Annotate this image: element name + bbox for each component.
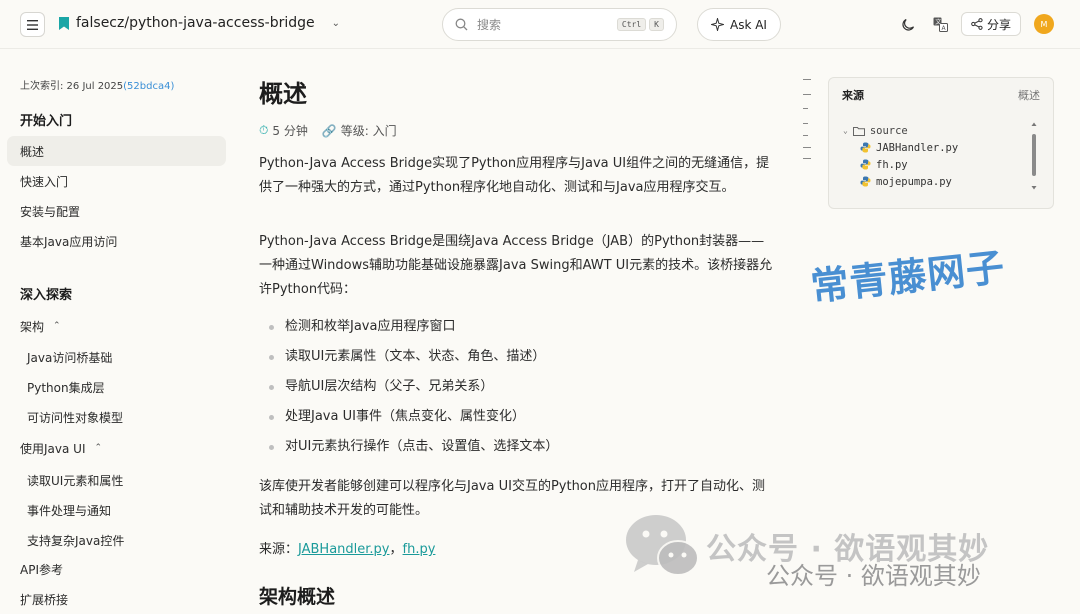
- watermark-blue: 常青藤网子: [808, 244, 1008, 310]
- commit-link[interactable]: (52bdca4): [123, 81, 174, 92]
- toc-tick[interactable]: [803, 147, 811, 148]
- sidebar-item-api-reference[interactable]: API参考: [7, 554, 226, 584]
- chevron-up-icon: ⌃: [53, 321, 61, 331]
- sources-label: 来源：: [259, 542, 299, 557]
- menu-button[interactable]: [20, 12, 45, 37]
- avatar[interactable]: M: [1034, 14, 1054, 34]
- source-panel-title: 来源: [842, 89, 864, 102]
- tree-folder[interactable]: ⌄ source: [843, 122, 958, 139]
- sidebar-item-use-java-ui[interactable]: 使用Java UI ⌃: [7, 433, 226, 463]
- list-item: 读取UI元素属性（文本、状态、角色、描述）: [259, 342, 777, 372]
- sidebar-item-extending-bridge[interactable]: 扩展桥接: [7, 584, 226, 614]
- sidebar-item-accessibility-model[interactable]: 可访问性对象模型: [7, 402, 226, 432]
- watermark-text-small: 公众号 · 欲语观其妙: [766, 562, 981, 590]
- wechat-logo-icon: [626, 515, 699, 576]
- share-button[interactable]: 分享: [961, 12, 1021, 36]
- list-item: 对UI元素执行操作（点击、设置值、选择文本）: [259, 432, 777, 462]
- search-box[interactable]: 搜索 Ctrl K: [442, 8, 677, 41]
- chevron-down-icon: ⌄: [331, 17, 341, 29]
- read-time: 5 分钟: [272, 124, 308, 138]
- file-name: JABHandler.py: [876, 141, 959, 154]
- sidebar-item-java-bridge-basics[interactable]: Java访问桥基础: [7, 342, 226, 372]
- folder-icon: [852, 126, 865, 136]
- link-icon: 🔗: [321, 123, 337, 138]
- sidebar-item-architecture[interactable]: 架构 ⌃: [7, 311, 226, 341]
- sidebar: 上次索引: 26 Jul 2025(52bdca4) 开始入门 概述 快速入门 …: [0, 50, 235, 614]
- list-item: 导航UI层次结构（父子、兄弟关系）: [259, 372, 777, 402]
- sidebar-item-install[interactable]: 安装与配置: [7, 196, 226, 226]
- sidebar-item-complex-controls[interactable]: 支持复杂Java控件: [7, 525, 226, 555]
- source-panel: 来源 概述 ⌄ source JABHandler.py fh.py mojep…: [828, 77, 1054, 209]
- sidebar-item-read-ui[interactable]: 读取UI元素和属性: [7, 465, 226, 495]
- section-title-deep-dive: 深入探索: [20, 288, 73, 303]
- kbd-k: K: [649, 18, 664, 31]
- list-item: 检测和枚举Java应用程序窗口: [259, 312, 777, 342]
- sidebar-item-events[interactable]: 事件处理与通知: [7, 495, 226, 525]
- file-tree-scrollbar[interactable]: [1031, 122, 1037, 190]
- file-tree: ⌄ source JABHandler.py fh.py mojepumpa.p…: [843, 122, 958, 190]
- capability-list: 检测和枚举Java应用程序窗口 读取UI元素属性（文本、状态、角色、描述） 导航…: [259, 312, 777, 462]
- top-header: falsecz/python-java-access-bridge ⌄ 搜索 C…: [0, 0, 1080, 49]
- section-title-getting-started: 开始入门: [20, 114, 73, 129]
- sidebar-item-quickstart[interactable]: 快速入门: [7, 166, 226, 196]
- sources-line: 来源：JABHandler.py，fh.py: [259, 538, 435, 557]
- description-paragraph: Python-Java Access Bridge是围绕Java Access …: [259, 234, 773, 297]
- ask-ai-button[interactable]: Ask AI: [697, 8, 781, 41]
- timer-icon: ⏱: [259, 123, 269, 137]
- page-meta: ⏱ 5 分钟 🔗 等级: 入门: [259, 122, 397, 139]
- toc-tick[interactable]: [803, 135, 808, 136]
- source-link-jabhandler[interactable]: JABHandler.py: [298, 542, 390, 557]
- toc-tick[interactable]: [803, 79, 811, 80]
- toc-tick[interactable]: [803, 123, 808, 124]
- kbd-ctrl: Ctrl: [616, 18, 647, 31]
- svg-text:文: 文: [935, 18, 941, 26]
- bookmark-icon: [59, 16, 69, 30]
- last-indexed: 上次索引: 26 Jul 2025(52bdca4): [20, 77, 174, 92]
- ask-ai-label: Ask AI: [730, 17, 767, 32]
- tree-file[interactable]: fh.py: [843, 156, 958, 173]
- search-placeholder: 搜索: [477, 18, 502, 32]
- translate-button[interactable]: 文A: [932, 16, 948, 32]
- sidebar-item-python-layer[interactable]: Python集成层: [7, 372, 226, 402]
- hamburger-icon: [27, 19, 38, 30]
- sidebar-item-basic-java[interactable]: 基本Java应用访问: [7, 226, 226, 256]
- search-icon: [455, 18, 468, 31]
- folder-name: source: [869, 124, 908, 137]
- theme-toggle-button[interactable]: [900, 16, 916, 32]
- sidebar-item-label: 架构: [20, 319, 45, 334]
- chevron-down-icon: ⌄: [843, 126, 848, 135]
- intro-paragraph: Python-Java Access Bridge实现了Python应用程序与J…: [259, 156, 770, 195]
- tree-file[interactable]: JABHandler.py: [843, 139, 958, 156]
- python-icon: [860, 142, 871, 153]
- share-icon: [971, 18, 983, 30]
- toc-tick[interactable]: [803, 158, 811, 159]
- file-name: fh.py: [876, 158, 908, 171]
- translate-icon: 文A: [933, 17, 948, 32]
- repo-selector[interactable]: falsecz/python-java-access-bridge ⌄: [59, 15, 340, 31]
- toc-tick[interactable]: [803, 108, 808, 109]
- list-item: 处理Java UI事件（焦点变化、属性变化）: [259, 402, 777, 432]
- python-icon: [860, 176, 871, 187]
- share-label: 分享: [986, 17, 1011, 32]
- sources-separator: ，: [389, 542, 403, 557]
- source-link-fh[interactable]: fh.py: [403, 542, 436, 557]
- toc-tick[interactable]: [803, 94, 811, 95]
- source-panel-context: 概述: [1018, 89, 1040, 102]
- level: 等级: 入门: [340, 124, 397, 138]
- file-name: mojepumpa.py: [876, 175, 952, 188]
- last-indexed-text: 上次索引: 26 Jul 2025: [20, 81, 124, 92]
- chevron-up-icon: ⌃: [94, 443, 103, 453]
- page-title: 概述: [259, 80, 307, 108]
- tree-file[interactable]: mojepumpa.py: [843, 173, 958, 190]
- python-icon: [860, 159, 871, 170]
- moon-icon: [901, 18, 914, 31]
- section-heading-architecture: 架构概述: [259, 586, 336, 608]
- sidebar-item-overview[interactable]: 概述: [7, 136, 226, 166]
- sidebar-item-label: 使用Java UI: [20, 441, 86, 456]
- sparkle-icon: [711, 18, 724, 31]
- repo-name: falsecz/python-java-access-bridge: [76, 15, 315, 31]
